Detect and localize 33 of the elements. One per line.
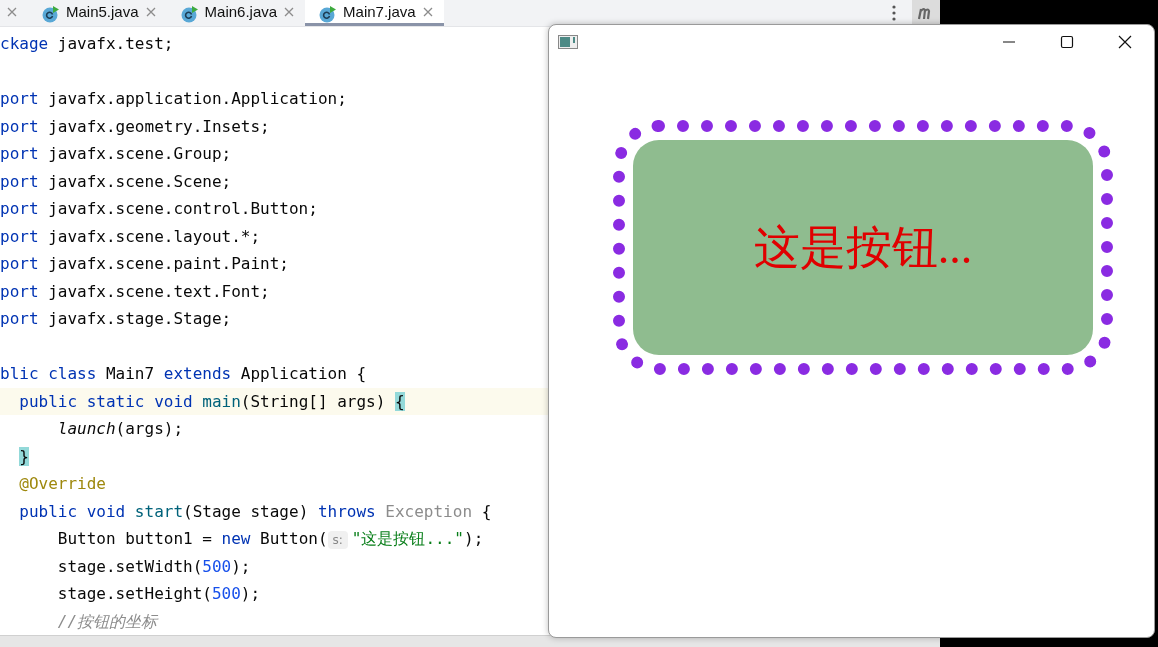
close-icon: [1118, 35, 1132, 49]
code-line: port javafx.geometry.Insets;: [0, 115, 270, 138]
maximize-icon: [1060, 35, 1074, 49]
code-line: public static void main(String[] args) {: [18, 390, 405, 413]
code-line: port javafx.scene.Group;: [0, 143, 232, 166]
code-line: port javafx.scene.layout.*;: [0, 225, 261, 248]
close-icon[interactable]: [144, 5, 157, 18]
file-tab[interactable]: Main6.java: [166, 0, 306, 27]
code-line: stage.setWidth(500);: [56, 555, 251, 578]
close-icon[interactable]: [283, 5, 296, 18]
code-line: port javafx.scene.paint.Paint;: [0, 253, 289, 276]
code-line: blic class Main7 extends Application {: [0, 363, 367, 386]
code-line: //按钮的坐标: [56, 610, 158, 633]
file-tab[interactable]: Main7.java: [305, 0, 444, 27]
class-file-icon: [319, 5, 338, 23]
code-line: @Override: [18, 473, 106, 496]
more-options-icon[interactable]: [892, 5, 896, 22]
code-line: Button button1 = new Button( s: "这是按钮...");: [56, 528, 484, 552]
code-line: launch(args);: [56, 418, 184, 441]
code-line: port javafx.application.Application;: [0, 88, 347, 111]
file-tab[interactable]: Main5.java: [28, 0, 167, 27]
class-file-icon: [180, 5, 199, 23]
code-line: stage.setHeight(500);: [56, 583, 261, 606]
app-icon: [558, 35, 578, 49]
class-file-icon: [42, 5, 60, 23]
code-line: port javafx.stage.Stage;: [0, 308, 232, 331]
code-line: public void start(Stage stage) throws Exception {: [18, 500, 492, 523]
code-line: port javafx.scene.Scene;: [0, 170, 232, 193]
close-icon[interactable]: [6, 5, 18, 18]
code-line: port javafx.scene.text.Font;: [0, 280, 270, 303]
code-line: ckage javafx.test;: [0, 33, 174, 56]
close-icon[interactable]: [421, 5, 434, 18]
code-line: port javafx.scene.control.Button;: [0, 198, 318, 221]
